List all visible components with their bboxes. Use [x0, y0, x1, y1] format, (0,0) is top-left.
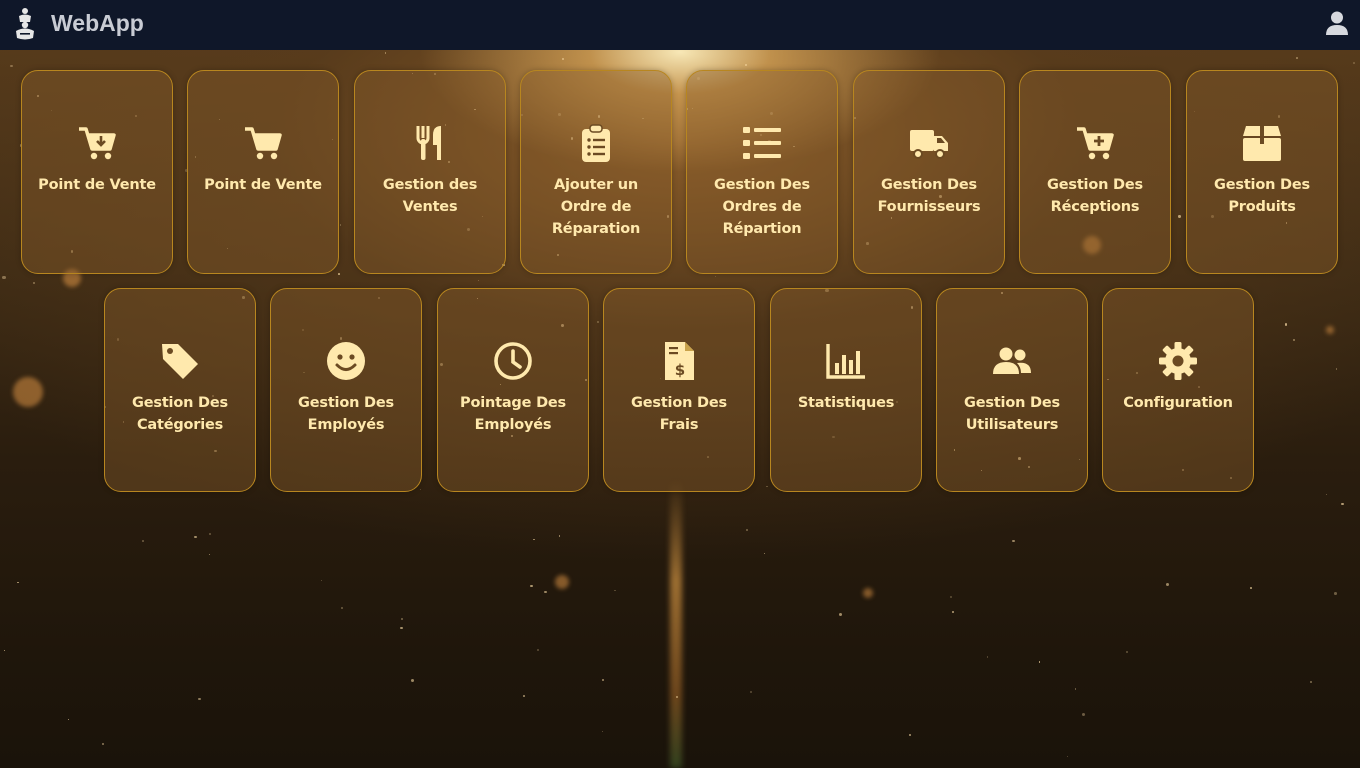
tile-label: Gestion des Ventes: [382, 177, 478, 215]
tag-icon: [160, 341, 200, 381]
tile-gestion-fournisseurs[interactable]: Gestion Des Fournisseurs: [853, 70, 1005, 274]
cart-plus-icon: [1075, 123, 1115, 163]
sparkle: [908, 734, 911, 737]
svg-text:$: $: [675, 361, 685, 379]
tile-configuration[interactable]: Configuration: [1102, 288, 1254, 492]
tile-ajouter-ordre-reparation[interactable]: Ajouter un Ordre de Réparation: [520, 70, 672, 274]
tile-label: Gestion Des Réceptions: [1047, 177, 1143, 215]
invoice-dollar-icon: $: [659, 341, 699, 381]
tile-label: Gestion Des Produits: [1214, 177, 1310, 215]
tile-label: Point de Vente: [38, 177, 156, 193]
brand-name[interactable]: WebApp: [51, 10, 144, 37]
gear-icon: [1158, 341, 1198, 381]
chef-logo-icon[interactable]: [13, 7, 37, 41]
sparkle: [1335, 368, 1337, 370]
box-icon: [1242, 123, 1282, 163]
tile-label: Pointage Des Employés: [460, 395, 566, 433]
sparkle: [558, 535, 560, 537]
tile-point-de-vente-2[interactable]: Point de Vente: [187, 70, 339, 274]
tile-gestion-categories[interactable]: Gestion Des Catégories: [104, 288, 256, 492]
cart-download-icon: [77, 123, 117, 163]
sparkle: [1165, 582, 1169, 586]
tile-label: Gestion Des Ordres de Répartion: [714, 177, 810, 237]
sparkle: [949, 595, 952, 598]
bokeh-light: [13, 377, 43, 407]
bokeh-light: [555, 575, 569, 589]
sparkle: [1353, 62, 1355, 64]
sparkle: [340, 606, 343, 609]
sparkle: [561, 57, 564, 61]
tile-label: Statistiques: [797, 395, 895, 411]
tile-label: Point de Vente: [204, 177, 322, 193]
sparkle: [745, 529, 748, 531]
sparkle: [1295, 56, 1298, 59]
sparkle: [1074, 688, 1077, 690]
sparkle: [194, 535, 197, 539]
utensils-icon: [410, 123, 450, 163]
sparkle: [614, 589, 616, 591]
tile-point-de-vente-1[interactable]: Point de Vente: [21, 70, 173, 274]
sparkle: [1325, 494, 1327, 496]
clipboard-list-icon: [576, 123, 616, 163]
tile-label: Gestion Des Utilisateurs: [964, 395, 1060, 433]
sparkle: [102, 742, 105, 745]
chart-bar-icon: [826, 341, 866, 381]
list-icon: [742, 123, 782, 163]
tile-gestion-receptions[interactable]: Gestion Des Réceptions: [1019, 70, 1171, 274]
tile-gestion-des-ventes[interactable]: Gestion des Ventes: [354, 70, 506, 274]
tile-label: Gestion Des Employés: [298, 395, 394, 433]
tile-statistiques[interactable]: Statistiques: [770, 288, 922, 492]
tile-label: Gestion Des Fournisseurs: [877, 177, 981, 215]
background-light-beam: [670, 480, 682, 768]
sparkle: [2, 276, 6, 280]
users-icon: [992, 341, 1032, 381]
sparkle: [544, 590, 547, 594]
user-icon[interactable]: [1326, 11, 1348, 35]
tile-gestion-frais[interactable]: $ Gestion Des Frais: [603, 288, 755, 492]
bokeh-light: [863, 588, 873, 598]
sparkle: [1125, 650, 1128, 653]
truck-icon: [909, 123, 949, 163]
sparkle: [400, 627, 403, 630]
clock-icon: [493, 341, 533, 381]
sparkle: [1333, 591, 1337, 595]
tile-pointage-employes[interactable]: Pointage Des Employés: [437, 288, 589, 492]
sparkle: [419, 489, 421, 491]
sparkle: [1249, 587, 1252, 590]
sparkle: [32, 281, 35, 284]
top-navbar: WebApp: [0, 0, 1360, 50]
bokeh-light: [1326, 326, 1334, 334]
sparkle: [1341, 502, 1344, 506]
sparkle: [601, 730, 604, 732]
tile-gestion-utilisateurs[interactable]: Gestion Des Utilisateurs: [936, 288, 1088, 492]
cart-icon: [243, 123, 283, 163]
tile-label: Gestion Des Frais: [631, 395, 727, 433]
smile-icon: [326, 341, 366, 381]
sparkle: [1178, 215, 1181, 218]
tile-label: Gestion Des Catégories: [132, 395, 228, 433]
sparkle: [749, 691, 752, 694]
sparkle: [141, 539, 144, 542]
tile-label: Configuration: [1123, 395, 1233, 411]
tile-gestion-employes[interactable]: Gestion Des Employés: [270, 288, 422, 492]
tile-gestion-produits[interactable]: Gestion Des Produits: [1186, 70, 1338, 274]
sparkle: [1066, 755, 1069, 757]
sparkle: [744, 63, 747, 66]
sparkle: [523, 695, 526, 697]
sparkle: [601, 678, 604, 681]
tile-gestion-ordres-repartion[interactable]: Gestion Des Ordres de Répartion: [686, 70, 838, 274]
tile-label: Ajouter un Ordre de Réparation: [551, 177, 641, 237]
